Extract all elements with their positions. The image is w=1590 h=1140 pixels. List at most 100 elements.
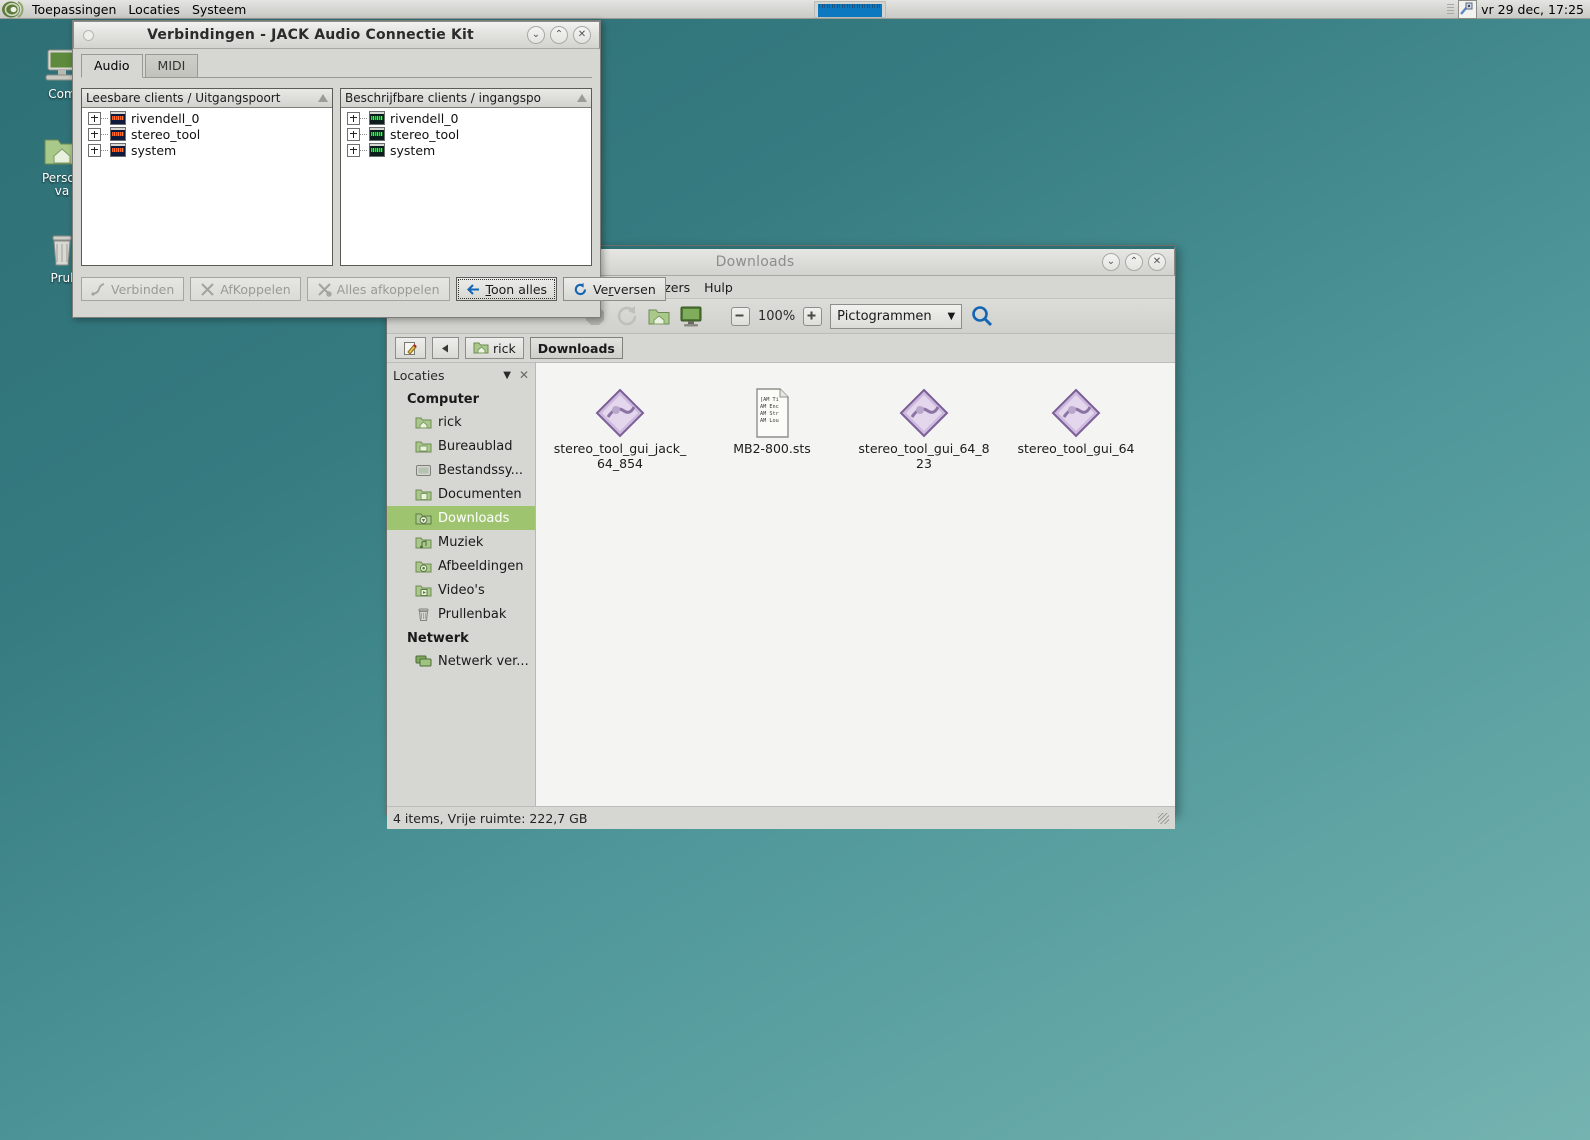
tree-item[interactable]: rivendell_0 bbox=[341, 110, 591, 126]
audio-level-meter-task[interactable] bbox=[813, 0, 886, 18]
file-item[interactable]: stereo_tool_gui_64 bbox=[1000, 379, 1152, 481]
menu-hulp[interactable]: Hulp bbox=[704, 280, 733, 295]
sidebar-item-label: Afbeeldingen bbox=[438, 558, 524, 574]
pane-header-label: Beschrijfbare clients / ingangspo bbox=[345, 91, 541, 105]
zoom-out-icon[interactable] bbox=[731, 306, 750, 326]
tray-grip-icon[interactable] bbox=[1447, 3, 1455, 15]
menu-locaties[interactable]: Locaties bbox=[122, 1, 186, 18]
sidebar-item-downloads[interactable]: Downloads bbox=[387, 506, 535, 530]
breadcrumb-downloads[interactable]: Downloads bbox=[529, 337, 623, 359]
tab-audio[interactable]: Audio bbox=[81, 54, 143, 78]
file-item[interactable]: [AM Ti AM Enc AM Str AM Lou MB2-800.sts bbox=[696, 379, 848, 481]
minimize-icon[interactable]: ⌄ bbox=[1102, 253, 1120, 271]
breadcrumb-label: rick bbox=[493, 340, 516, 356]
sidebar-item-label: Muziek bbox=[438, 534, 484, 550]
tree-item[interactable]: stereo_tool bbox=[82, 126, 332, 142]
maximize-icon[interactable]: ⌃ bbox=[1125, 253, 1143, 271]
zoom-level-label: 100% bbox=[758, 308, 796, 324]
jack-tabstrip: Audio MIDI bbox=[81, 54, 592, 78]
expand-icon[interactable] bbox=[88, 143, 101, 157]
refresh-icon bbox=[573, 282, 588, 297]
jack-window-title: Verbindingen - JACK Audio Connectie Kit bbox=[147, 27, 474, 43]
downloads-folder-icon bbox=[415, 511, 432, 526]
panel-clock[interactable]: vr 29 dec, 17:25 bbox=[1481, 2, 1584, 17]
sidebar-item-afbeeldingen[interactable]: Afbeeldingen bbox=[387, 554, 535, 578]
file-list-view[interactable]: stereo_tool_gui_jack_64_854 [AM Ti AM En… bbox=[536, 363, 1175, 806]
expand-icon[interactable] bbox=[88, 111, 101, 125]
show-all-button[interactable]: Toon alles bbox=[455, 277, 558, 301]
file-manager-pathbar: rick Downloads bbox=[387, 334, 1175, 363]
minimize-icon[interactable]: ⌄ bbox=[527, 26, 545, 44]
breadcrumb-rick[interactable]: rick bbox=[465, 337, 524, 359]
sidebar-item-label: Documenten bbox=[438, 486, 522, 502]
documents-folder-icon bbox=[415, 487, 432, 502]
readable-clients-tree[interactable]: rivendell_0 stereo_tool system bbox=[82, 108, 332, 265]
zoom-in-icon[interactable] bbox=[803, 306, 823, 326]
sidebar-item-netwerk[interactable]: Netwerk ver... bbox=[387, 649, 535, 673]
close-icon[interactable]: ✕ bbox=[1148, 253, 1166, 271]
sort-ascending-triangle-icon[interactable] bbox=[577, 94, 587, 102]
audio-tool-icon[interactable] bbox=[1458, 0, 1478, 19]
executable-diamond-icon bbox=[544, 385, 696, 441]
connect-button[interactable]: Verbinden bbox=[81, 277, 185, 301]
jack-titlebar[interactable]: Verbindingen - JACK Audio Connectie Kit … bbox=[73, 21, 600, 49]
file-item[interactable]: stereo_tool_gui_jack_64_854 bbox=[544, 379, 696, 481]
jack-action-buttons: Verbinden AfKoppelen Alles afkoppelen To… bbox=[81, 277, 666, 309]
tree-item[interactable]: rivendell_0 bbox=[82, 110, 332, 126]
writable-clients-header[interactable]: Beschrijfbare clients / ingangspo bbox=[341, 89, 591, 108]
refresh-button[interactable]: Verversen bbox=[563, 277, 666, 301]
file-manager-window: Downloads ⌄ ⌃ ✕ haar Bladwijzers Hulp bbox=[386, 245, 1176, 829]
maximize-icon[interactable]: ⌃ bbox=[550, 26, 568, 44]
text-document-icon: [AM Ti AM Enc AM Str AM Lou bbox=[696, 385, 848, 441]
menu-toepassingen[interactable]: Toepassingen bbox=[26, 1, 122, 18]
writable-clients-tree[interactable]: rivendell_0 stereo_tool system bbox=[341, 108, 591, 265]
sidebar-item-bestandssysteem[interactable]: Bestandssy... bbox=[387, 458, 535, 482]
file-item[interactable]: stereo_tool_gui_64_823 bbox=[848, 379, 1000, 481]
tree-item[interactable]: stereo_tool bbox=[341, 126, 591, 142]
network-icon bbox=[415, 654, 432, 669]
sidebar-item-muziek[interactable]: Muziek bbox=[387, 530, 535, 554]
sidebar-item-videos[interactable]: Video's bbox=[387, 578, 535, 602]
back-arrow-icon[interactable] bbox=[432, 337, 459, 359]
reload-icon[interactable] bbox=[615, 304, 639, 328]
executable-diamond-icon bbox=[1000, 385, 1152, 441]
expand-icon[interactable] bbox=[347, 127, 360, 141]
close-icon[interactable]: ✕ bbox=[573, 26, 591, 44]
sidebar-item-label: rick bbox=[438, 414, 462, 430]
tree-line bbox=[360, 149, 368, 151]
sidebar-item-bureaublad[interactable]: Bureaublad bbox=[387, 434, 535, 458]
button-label: Alles afkoppelen bbox=[336, 281, 440, 297]
window-menu-icon[interactable] bbox=[83, 29, 94, 41]
disconnect-button[interactable]: AfKoppelen bbox=[190, 277, 301, 301]
gnome-foot-logo-icon[interactable] bbox=[2, 0, 26, 18]
tree-item-label: system bbox=[131, 142, 177, 158]
tab-midi[interactable]: MIDI bbox=[144, 54, 199, 77]
sidebar-item-documenten[interactable]: Documenten bbox=[387, 482, 535, 506]
panel-menu-group: Toepassingen Locaties Systeem bbox=[0, 0, 252, 18]
close-icon[interactable]: ✕ bbox=[519, 368, 529, 382]
chevron-down-icon[interactable]: ▼ bbox=[503, 370, 511, 381]
button-label: Verbinden bbox=[111, 281, 175, 297]
tree-item-label: stereo_tool bbox=[131, 126, 201, 142]
expand-icon[interactable] bbox=[347, 111, 360, 125]
computer-icon[interactable] bbox=[679, 304, 703, 328]
disconnect-all-button[interactable]: Alles afkoppelen bbox=[306, 277, 450, 301]
sidebar-item-prullenbak[interactable]: Prullenbak bbox=[387, 602, 535, 626]
edit-location-icon[interactable] bbox=[395, 337, 426, 359]
home-folder-icon[interactable] bbox=[647, 304, 671, 328]
tree-item[interactable]: system bbox=[82, 142, 332, 158]
resize-grip-icon[interactable] bbox=[1158, 812, 1169, 824]
expand-icon[interactable] bbox=[88, 127, 101, 141]
tree-item[interactable]: system bbox=[341, 142, 591, 158]
file-name: stereo_tool_gui_64_823 bbox=[858, 441, 990, 471]
expand-icon[interactable] bbox=[347, 143, 360, 157]
sidebar-item-rick[interactable]: rick bbox=[387, 410, 535, 434]
menu-systeem[interactable]: Systeem bbox=[186, 1, 252, 18]
search-icon[interactable] bbox=[970, 304, 994, 328]
places-sidebar-header: Locaties ▼ ✕ bbox=[387, 363, 535, 387]
readable-clients-header[interactable]: Leesbare clients / Uitgangspoort bbox=[82, 89, 332, 108]
view-mode-select[interactable]: Pictogrammen ▼ bbox=[830, 303, 963, 329]
sort-ascending-triangle-icon[interactable] bbox=[318, 94, 328, 102]
sidebar-item-label: Bestandssy... bbox=[438, 462, 524, 478]
button-label: Toon alles bbox=[485, 281, 548, 297]
